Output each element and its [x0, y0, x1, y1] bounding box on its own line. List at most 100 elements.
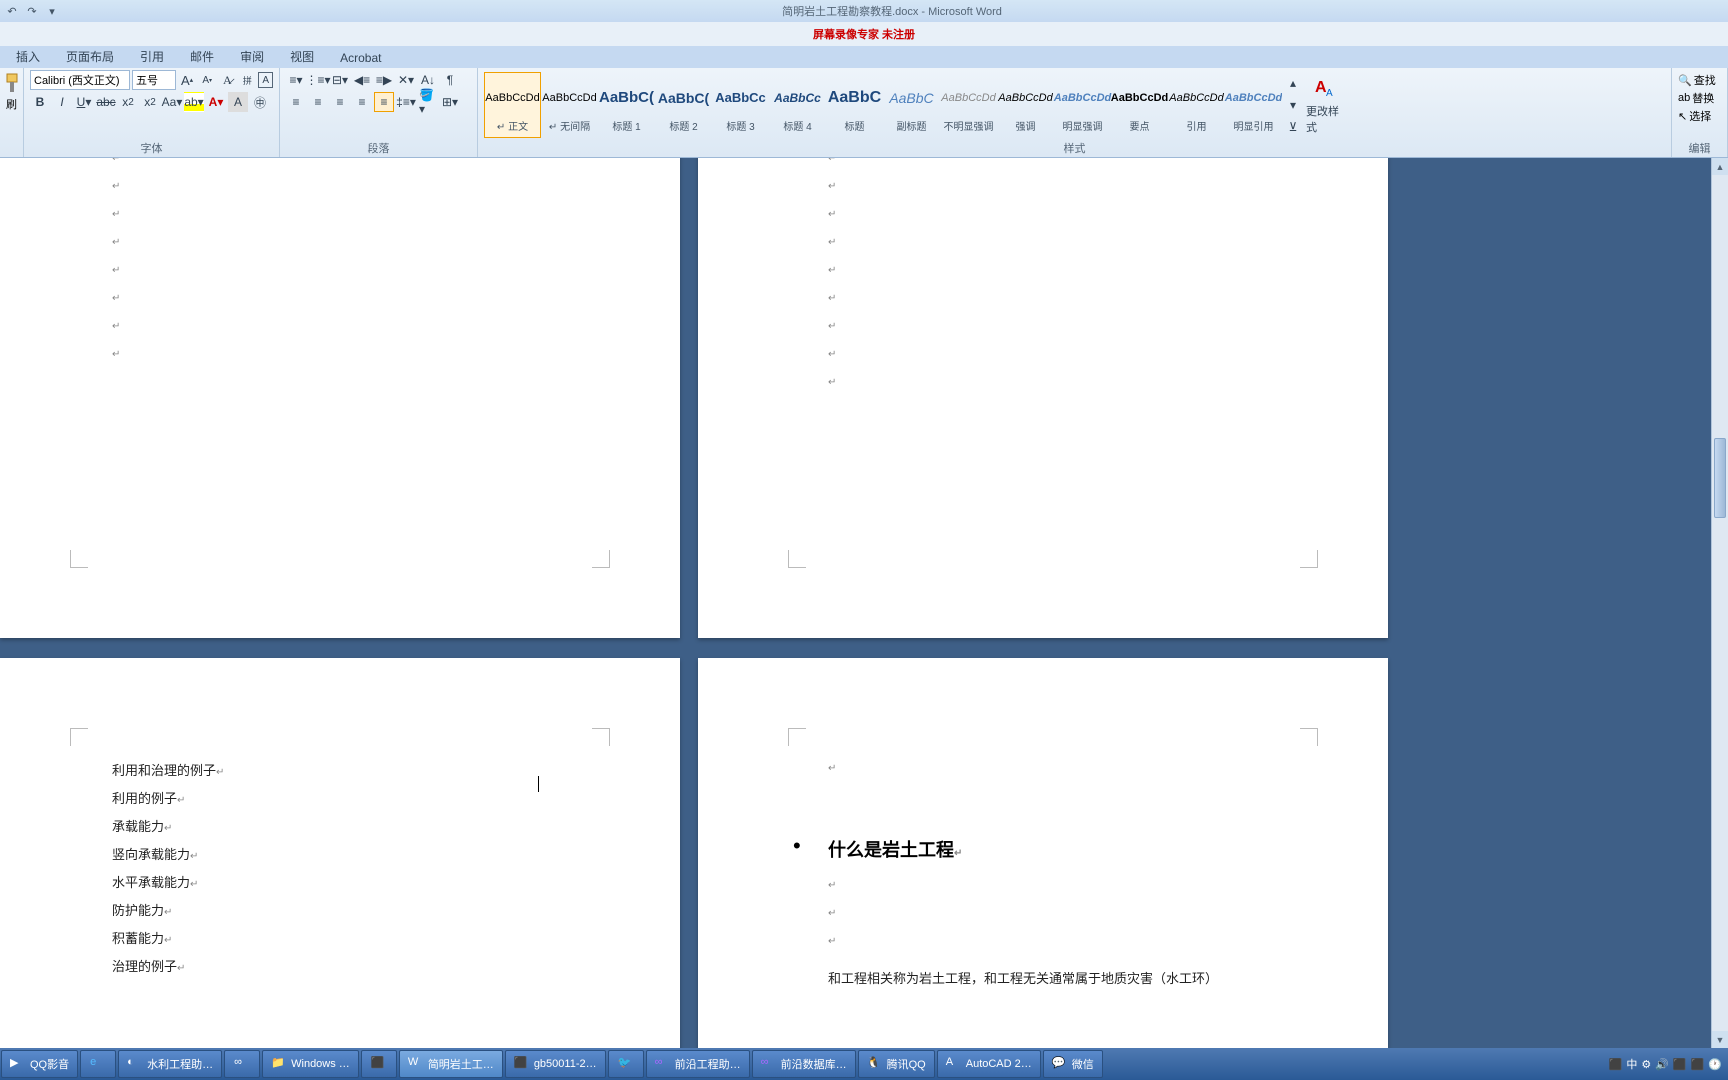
asian-layout-button[interactable]: ✕▾ [396, 70, 416, 90]
taskbar-word[interactable]: W简明岩土工… [399, 1050, 503, 1078]
taskbar-app2[interactable]: ∞ [224, 1050, 260, 1078]
strike-button[interactable]: abc [96, 92, 116, 112]
style-明显强调[interactable]: AaBbCcDd 明显强调 [1054, 72, 1111, 138]
gallery-down-button[interactable]: ▾ [1286, 94, 1300, 116]
underline-button[interactable]: U▾ [74, 92, 94, 112]
redo-button[interactable]: ↷ [24, 3, 40, 19]
tab-insert[interactable]: 插入 [4, 45, 52, 68]
tray-icon[interactable]: 🔊 [1655, 1058, 1669, 1071]
select-button[interactable]: ↖选择 [1678, 108, 1711, 124]
document-area[interactable]: ↵↵↵↵↵↵↵↵ ↵↵↵↵↵↵↵↵↵ 利用和治理的例子↵利用的例子↵承载能力↵竖… [0, 158, 1728, 1048]
replace-button[interactable]: ab替换 [1678, 90, 1714, 106]
align-right-button[interactable]: ≡ [330, 92, 350, 112]
italic-button[interactable]: I [52, 92, 72, 112]
scroll-up-button[interactable]: ▲ [1712, 158, 1728, 175]
style-正文[interactable]: AaBbCcDd↵ 正文 [484, 72, 541, 138]
styles-gallery[interactable]: AaBbCcDd↵ 正文AaBbCcDd↵ 无间隔AaBbC( 标题 1AaBb… [484, 72, 1282, 138]
tab-view[interactable]: 视图 [278, 45, 326, 68]
group-styles: AaBbCcDd↵ 正文AaBbCcDd↵ 无间隔AaBbC( 标题 1AaBb… [478, 68, 1672, 157]
para-mark: ↵ [828, 209, 836, 220]
taskbar-app1[interactable]: ◐水利工程助… [118, 1050, 222, 1078]
shrink-font-button[interactable]: A▾ [198, 70, 216, 90]
bullets-button[interactable]: ≡▾ [286, 70, 306, 90]
align-left-button[interactable]: ≡ [286, 92, 306, 112]
style-标题[interactable]: AaBbC 标题 [826, 72, 883, 138]
borders-button[interactable]: ⊞▾ [440, 92, 460, 112]
taskbar-ie[interactable]: e [80, 1050, 116, 1078]
increase-indent-button[interactable]: ≡▶ [374, 70, 394, 90]
grow-font-button[interactable]: A▴ [178, 70, 196, 90]
gallery-up-button[interactable]: ▴ [1286, 72, 1300, 94]
taskbar-qq[interactable]: 🐧腾讯QQ [858, 1050, 935, 1078]
phonetic-button[interactable]: 拼 [238, 70, 256, 90]
style-不明显强调[interactable]: AaBbCcDd 不明显强调 [940, 72, 997, 138]
show-marks-button[interactable]: ¶ [440, 70, 460, 90]
justify-button[interactable]: ≡ [352, 92, 372, 112]
decrease-indent-button[interactable]: ◀≡ [352, 70, 372, 90]
gallery-more-button[interactable]: ⊻ [1286, 116, 1300, 138]
superscript-button[interactable]: x2 [140, 92, 160, 112]
subscript-button[interactable]: x2 [118, 92, 138, 112]
distribute-button[interactable]: ≡ [374, 92, 394, 112]
bold-button[interactable]: B [30, 92, 50, 112]
tray-icon[interactable]: 🕐 [1708, 1058, 1722, 1071]
style-标题 3[interactable]: AaBbCc 标题 3 [712, 72, 769, 138]
group-font: A▴ A▾ A̷ 拼 A B I U▾ abc x2 x2 Aa▾ ab▾ A▾… [24, 68, 280, 157]
font-color-button[interactable]: A▾ [206, 92, 226, 112]
tab-layout[interactable]: 页面布局 [54, 45, 126, 68]
clear-format-button[interactable]: A̷ [218, 70, 236, 90]
sort-button[interactable]: A↓ [418, 70, 438, 90]
taskbar-explorer[interactable]: 📁Windows … [262, 1050, 359, 1078]
find-button[interactable]: 🔍查找 [1678, 72, 1716, 88]
taskbar-app4[interactable]: 🐦 [608, 1050, 644, 1078]
style-副标题[interactable]: AaBbC 副标题 [883, 72, 940, 138]
change-case-button[interactable]: Aa▾ [162, 92, 182, 112]
qat-more-button[interactable]: ▾ [44, 3, 60, 19]
enclose-char-button[interactable]: ㊥ [250, 92, 270, 112]
tab-acrobat[interactable]: Acrobat [328, 48, 393, 68]
style-标题 2[interactable]: AaBbC( 标题 2 [655, 72, 712, 138]
scroll-down-button[interactable]: ▼ [1712, 1031, 1728, 1048]
taskbar-autocad[interactable]: AAutoCAD 2… [937, 1050, 1041, 1078]
char-border-button[interactable]: A [258, 72, 273, 88]
style-强调[interactable]: AaBbCcDd 强调 [997, 72, 1054, 138]
tab-references[interactable]: 引用 [128, 45, 176, 68]
tray-icon[interactable]: ⚙ [1641, 1058, 1651, 1071]
change-styles-icon: AA [1312, 76, 1336, 100]
tab-review[interactable]: 审阅 [228, 45, 276, 68]
format-painter-icon[interactable] [3, 72, 21, 94]
numbering-button[interactable]: ⋮≡▾ [308, 70, 328, 90]
taskbar-qqplayer[interactable]: ▶QQ影音 [1, 1050, 78, 1078]
taskbar-pdf[interactable]: ⬛gb50011-2… [505, 1050, 606, 1078]
vertical-scrollbar[interactable]: ▲ ▼ [1711, 158, 1728, 1048]
style-标题 1[interactable]: AaBbC( 标题 1 [598, 72, 655, 138]
heading-2: 什么是岩土工程↵ [828, 836, 962, 862]
undo-button[interactable]: ↶ [4, 3, 20, 19]
taskbar-vs2[interactable]: ∞前沿数据库… [752, 1050, 856, 1078]
line-spacing-button[interactable]: ‡≡▾ [396, 92, 416, 112]
scroll-thumb[interactable] [1714, 438, 1726, 518]
taskbar-vs1[interactable]: ∞前沿工程助… [646, 1050, 750, 1078]
taskbar-wechat[interactable]: 💬微信 [1043, 1050, 1103, 1078]
change-styles-button[interactable]: AA 更改样式 [1302, 72, 1346, 139]
font-name-combo[interactable] [30, 70, 130, 90]
style-引用[interactable]: AaBbCcDd 引用 [1168, 72, 1225, 138]
style-标题 4[interactable]: AaBbCc 标题 4 [769, 72, 826, 138]
shading-button[interactable]: 🪣▾ [418, 92, 438, 112]
highlight-button[interactable]: ab▾ [184, 92, 204, 112]
multilevel-button[interactable]: ⊟▾ [330, 70, 350, 90]
tab-mailings[interactable]: 邮件 [178, 45, 226, 68]
tray-icon[interactable]: ⬛ [1691, 1058, 1705, 1071]
para-mark: ↵ [828, 265, 836, 276]
tray-icon[interactable]: 中 [1626, 1056, 1637, 1072]
system-tray[interactable]: ⬛ 中 ⚙ 🔊 ⬛ ⬛ 🕐 [1603, 1056, 1728, 1072]
style-明显引用[interactable]: AaBbCcDd 明显引用 [1225, 72, 1282, 138]
char-shading-button[interactable]: A [228, 92, 248, 112]
font-size-combo[interactable] [132, 70, 176, 90]
style-无间隔[interactable]: AaBbCcDd↵ 无间隔 [541, 72, 598, 138]
taskbar-app3[interactable]: ⬛ [361, 1050, 397, 1078]
tray-icon[interactable]: ⬛ [1609, 1058, 1623, 1071]
align-center-button[interactable]: ≡ [308, 92, 328, 112]
tray-icon[interactable]: ⬛ [1673, 1058, 1687, 1071]
style-要点[interactable]: AaBbCcDd 要点 [1111, 72, 1168, 138]
